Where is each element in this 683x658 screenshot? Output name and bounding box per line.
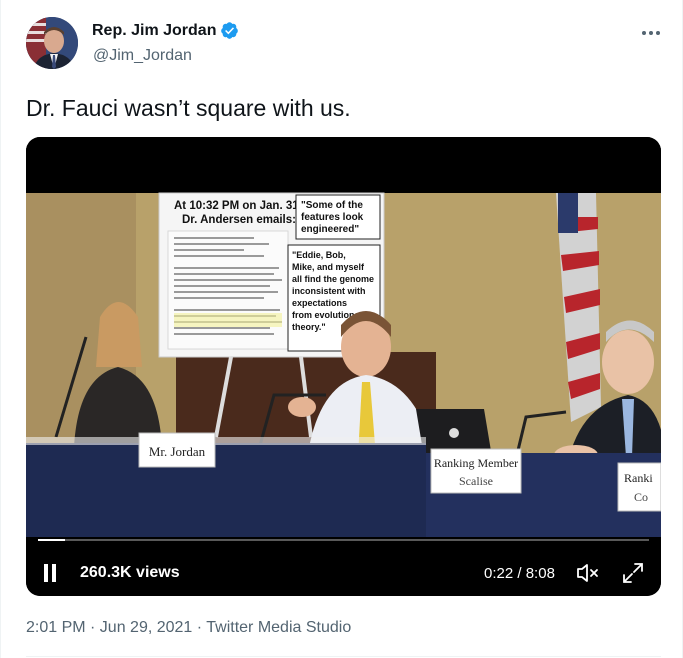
- nameplate-ranking-member-name: Scalise: [459, 474, 493, 488]
- more-options-button[interactable]: [635, 22, 667, 44]
- tweet-card[interactable]: Rep. Jim Jordan @Jim_Jordan Dr. Fauci wa…: [0, 0, 683, 658]
- author-handle[interactable]: @Jim_Jordan: [93, 47, 192, 65]
- nameplate-ranking-2: Ranki: [624, 471, 653, 485]
- quote-2-line-2: Mike, and myself: [292, 262, 365, 272]
- video-player[interactable]: At 10:32 PM on Jan. 31, Dr. Andersen ema…: [26, 137, 661, 596]
- author-avatar[interactable]: [26, 17, 78, 69]
- quote-1-line-1: "Some of the: [301, 200, 363, 211]
- tweet-metadata: 2:01 PM · Jun 29, 2021 · Twitter Media S…: [26, 619, 351, 637]
- pause-icon[interactable]: [44, 564, 60, 582]
- divider: [26, 656, 661, 657]
- tweet-text: Dr. Fauci wasn’t square with us.: [26, 95, 351, 121]
- quote-1-line-3: engineered": [301, 224, 359, 235]
- quote-2-line-7: theory.": [292, 322, 326, 332]
- video-frame: At 10:32 PM on Jan. 31, Dr. Andersen ema…: [26, 137, 661, 596]
- nameplate-ranking-2b: Co: [634, 490, 648, 504]
- dot-icon: [656, 31, 660, 35]
- sign-header: At 10:32 PM on Jan. 31,: [174, 200, 302, 212]
- quote-2-line-4: inconsistent with: [292, 286, 366, 296]
- nameplate-ranking-member: Ranking Member: [434, 456, 518, 470]
- video-progress-bar[interactable]: [38, 539, 649, 541]
- dot-icon: [642, 31, 646, 35]
- video-time: 0:22 / 8:08: [484, 565, 555, 582]
- dot-icon: [649, 31, 653, 35]
- sign-header-2: Dr. Andersen emails:: [182, 214, 296, 226]
- meta-separator: ·: [192, 619, 207, 636]
- verified-badge-icon: [221, 22, 239, 39]
- quote-2-line-5: expectations: [292, 298, 347, 308]
- duration: 8:08: [525, 565, 555, 582]
- muted-speaker-icon[interactable]: [576, 562, 600, 584]
- view-count: 260.3K views: [80, 564, 180, 581]
- current-time: 0:22: [484, 565, 514, 582]
- tweet-timestamp-link[interactable]: 2:01 PM · Jun 29, 2021: [26, 619, 192, 636]
- quote-2-line-1: "Eddie, Bob,: [292, 250, 346, 260]
- author-display-name[interactable]: Rep. Jim Jordan: [92, 22, 216, 40]
- nameplate-jordan: Mr. Jordan: [149, 444, 206, 459]
- time-separator: /: [513, 565, 526, 582]
- quote-2-line-3: all find the genome: [292, 274, 374, 284]
- tweet-source-link[interactable]: Twitter Media Studio: [206, 619, 351, 636]
- fullscreen-icon[interactable]: [622, 562, 644, 584]
- profile-photo-icon: [26, 17, 78, 69]
- quote-1-line-2: features look: [301, 212, 364, 223]
- video-progress-fill: [38, 539, 66, 541]
